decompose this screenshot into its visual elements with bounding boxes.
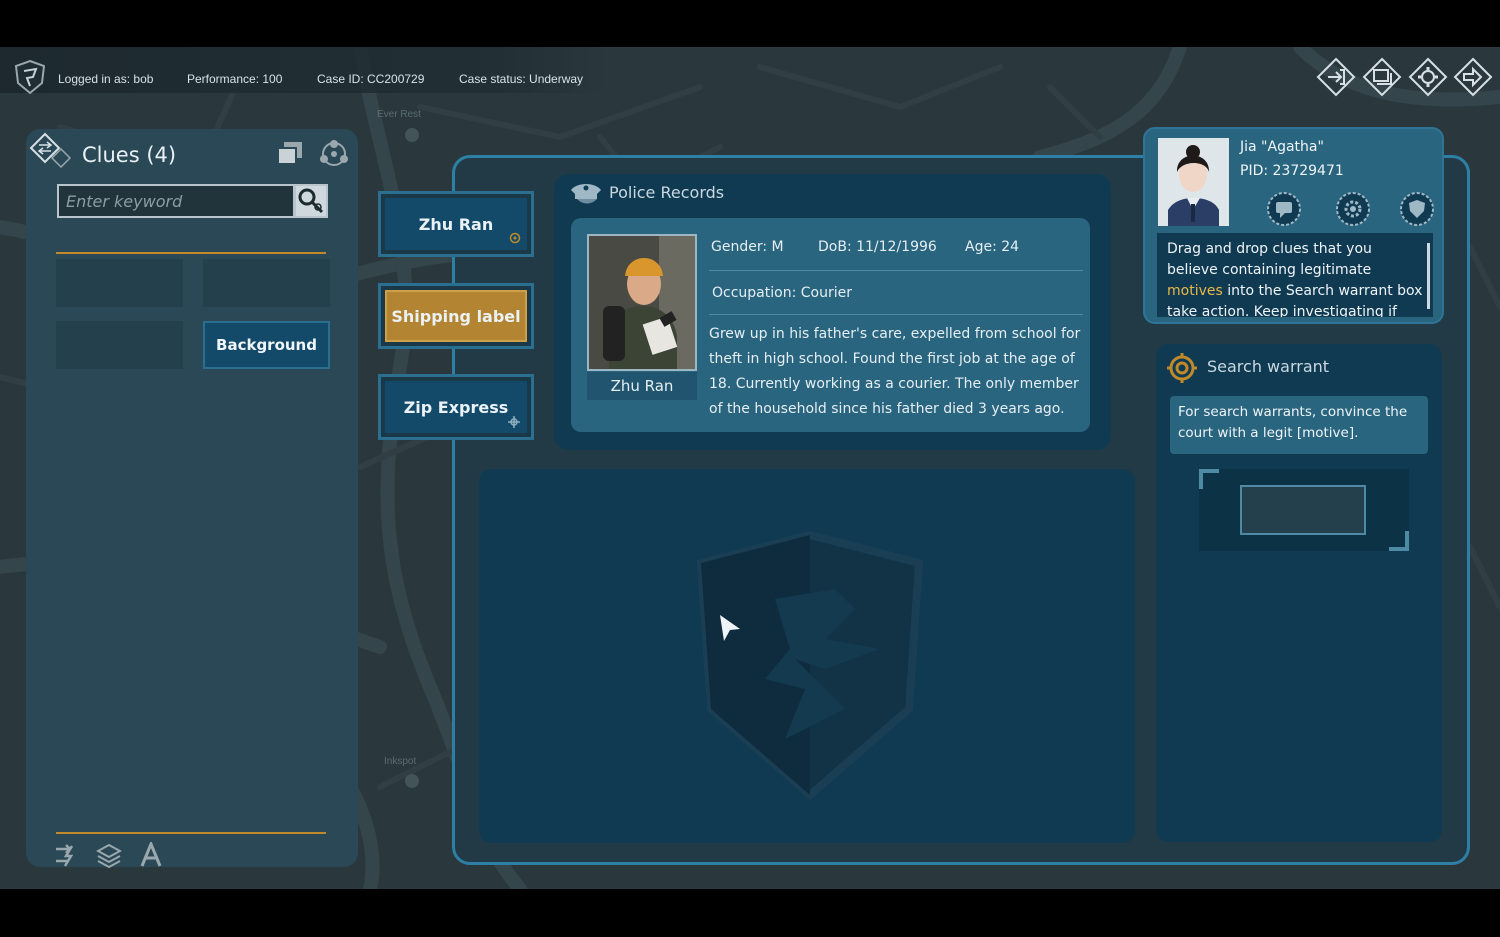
search-warrant-title: Search warrant: [1207, 357, 1330, 376]
clue-slot-3[interactable]: [56, 321, 183, 369]
search-warrant-drop-zone[interactable]: [1199, 469, 1409, 551]
map-label-inkspot: Inkspot: [384, 756, 417, 767]
network-small-icon: [508, 416, 520, 428]
status-bar: Logged in as: bob Performance: 100 Case …: [0, 47, 610, 95]
clue-drop-area[interactable]: [479, 469, 1135, 843]
clue-card-background[interactable]: Background: [203, 321, 330, 369]
clues-panel: Clues (4) Background: [26, 129, 358, 868]
game-viewport: Ever Rest Inkspot Logged in as: bob Perf…: [0, 47, 1500, 889]
target-icon: [1167, 353, 1197, 383]
shield-badge-icon[interactable]: [1399, 191, 1435, 227]
search-warrant-slot[interactable]: [1240, 485, 1366, 535]
clues-title: Clues (4): [82, 143, 177, 167]
map-label-ever-rest: Ever Rest: [377, 109, 421, 120]
hint-text: Drag and drop clues that you believe con…: [1167, 239, 1423, 317]
agent-avatar: [1158, 138, 1229, 226]
logged-in-label: Logged in as: bob: [58, 72, 154, 86]
performance-label: Performance: 100: [187, 72, 283, 86]
suspect-occupation: Occupation: Courier: [712, 285, 852, 301]
font-icon[interactable]: [138, 842, 164, 868]
keyword-search-input[interactable]: [59, 186, 293, 216]
agent-panel: Jia "Agatha" PID: 23729471 Drag and drop…: [1143, 127, 1444, 324]
windows-icon[interactable]: [1362, 57, 1402, 97]
gear-icon[interactable]: [1408, 57, 1448, 97]
case-id-label: Case ID: CC200729: [317, 72, 425, 86]
tab-shipping-label[interactable]: Shipping label: [378, 283, 534, 349]
network-icon[interactable]: [318, 139, 350, 169]
target-icon: [509, 232, 521, 244]
suspect-age: Age: 24: [965, 239, 1020, 255]
hint-highlight-motives: motives: [1167, 283, 1223, 299]
clue-slot-1[interactable]: [56, 259, 183, 307]
records-divider-1: [709, 270, 1083, 271]
police-records-card: Police Records Zhu Ran Gender: M DoB: 11…: [554, 174, 1111, 450]
search-warrant-panel: Search warrant For search warrants, conv…: [1156, 344, 1442, 842]
layers-icon[interactable]: [96, 842, 122, 868]
clues-diamond-icon: [29, 132, 72, 169]
gear-badge-icon[interactable]: [1335, 191, 1371, 227]
hint-box: Drag and drop clues that you believe con…: [1157, 233, 1433, 317]
search-box: [57, 184, 295, 218]
clues-divider-top: [56, 252, 326, 254]
clues-divider-bottom: [56, 832, 326, 834]
suspect-gender: Gender: M: [711, 239, 784, 255]
exit-icon[interactable]: [1453, 57, 1493, 97]
agent-name: Jia "Agatha": [1240, 139, 1324, 155]
shuffle-icon[interactable]: [54, 842, 80, 868]
suspect-photo: [587, 234, 697, 371]
hint-text-part-1: Drag and drop clues that you believe con…: [1167, 241, 1372, 278]
search-button[interactable]: [294, 184, 328, 218]
enter-icon[interactable]: [1316, 57, 1356, 97]
shield-logo-icon: [14, 59, 46, 95]
suspect-bio: Grew up in his father's care, expelled f…: [709, 326, 1081, 417]
tab-zip-express[interactable]: Zip Express: [378, 374, 534, 440]
tab-zip-express-label: Zip Express: [385, 381, 527, 433]
agent-pid: PID: 23729471: [1240, 163, 1344, 179]
search-warrant-note: For search warrants, convince the court …: [1170, 396, 1428, 454]
suspect-profile: Zhu Ran Gender: M DoB: 11/12/1996 Age: 2…: [571, 218, 1090, 432]
case-status-label: Case status: Underway: [459, 72, 584, 86]
tab-zhu-ran[interactable]: Zhu Ran: [378, 191, 534, 257]
agency-watermark-icon: [696, 530, 924, 801]
records-divider-2: [709, 314, 1083, 315]
suspect-name: Zhu Ran: [587, 372, 697, 400]
tab-shipping-label-text: Shipping label: [385, 290, 527, 342]
hint-scrollbar[interactable]: [1427, 243, 1430, 309]
cards-icon[interactable]: [276, 141, 304, 167]
suspect-dob: DoB: 11/12/1996: [818, 239, 937, 255]
chat-icon[interactable]: [1266, 191, 1302, 227]
mouse-cursor-icon: [720, 615, 740, 641]
tab-zhu-ran-label: Zhu Ran: [385, 198, 527, 250]
magnifier-icon: [298, 188, 324, 214]
police-records-title: Police Records: [609, 183, 725, 202]
clue-slot-2[interactable]: [203, 259, 330, 307]
police-cap-icon: [571, 184, 601, 204]
